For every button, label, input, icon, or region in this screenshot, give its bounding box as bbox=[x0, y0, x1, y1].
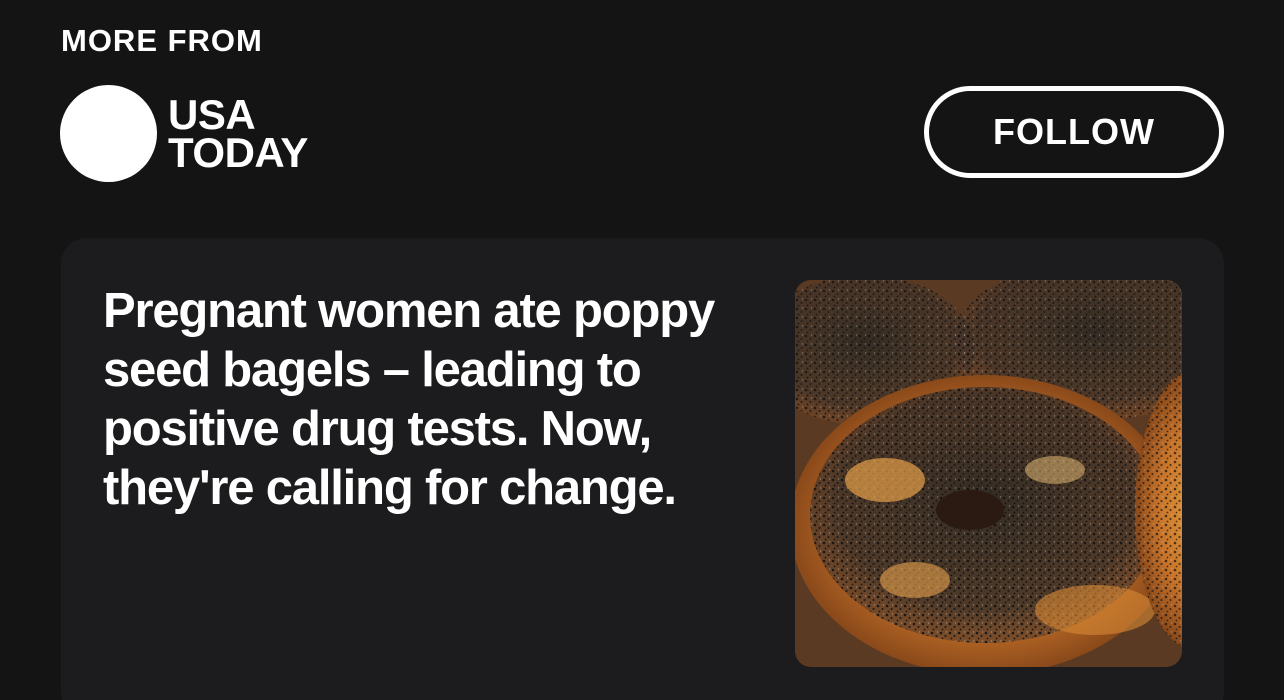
poppy-seed-bagel-image bbox=[795, 280, 1182, 667]
publisher-header[interactable]: USA TODAY bbox=[60, 85, 308, 182]
section-label: MORE FROM bbox=[61, 23, 263, 58]
article-thumbnail[interactable] bbox=[795, 280, 1182, 667]
article-card[interactable]: Pregnant women ate poppy seed bagels – l… bbox=[61, 238, 1224, 700]
publisher-name: USA TODAY bbox=[168, 90, 308, 176]
follow-button[interactable]: FOLLOW bbox=[924, 86, 1224, 178]
article-headline[interactable]: Pregnant women ate poppy seed bagels – l… bbox=[103, 282, 743, 518]
publisher-name-line1: USA bbox=[168, 90, 256, 138]
more-from-publisher-module: MORE FROM USA TODAY FOLLOW Pregnant wome… bbox=[0, 0, 1284, 700]
publisher-logo-icon bbox=[60, 85, 157, 182]
publisher-name-line2: TODAY bbox=[168, 128, 308, 176]
